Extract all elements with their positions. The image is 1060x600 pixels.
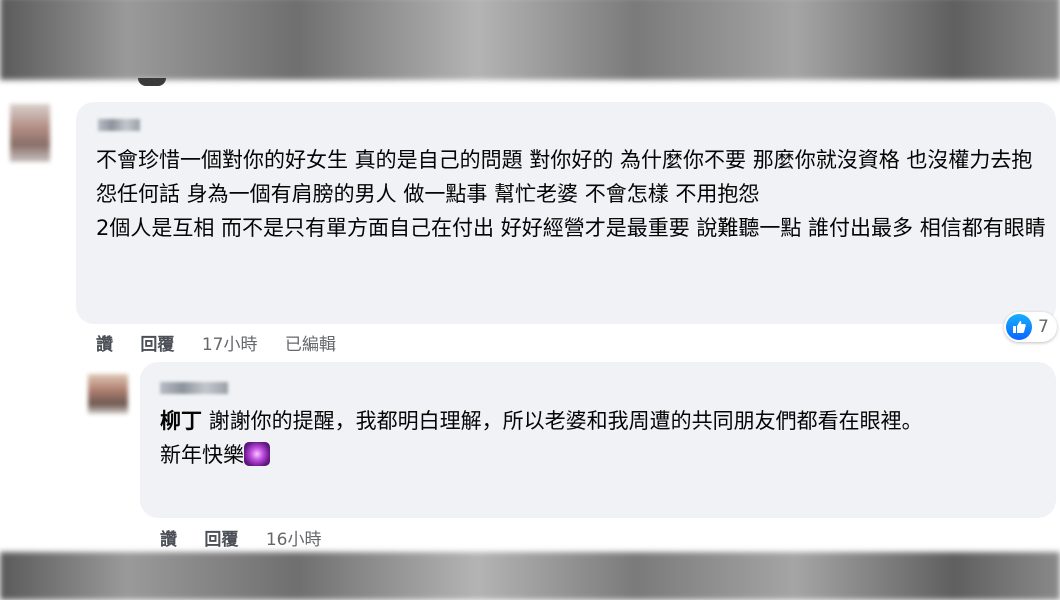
reply-avatar-blurred[interactable] (88, 374, 128, 414)
comment-text: 不會珍惜一個對你的好女生 真的是自己的問題 對你好的 為什麼你不要 那麼你就沒資… (96, 148, 1046, 240)
commenter-avatar-blurred[interactable] (10, 104, 50, 162)
blurred-bottom-region (0, 552, 1060, 600)
mention-tag[interactable]: 柳丁 (160, 409, 202, 433)
timestamp[interactable]: 17小時 (202, 335, 258, 355)
reaction-summary[interactable]: 7 (1004, 312, 1057, 342)
partial-avatar (138, 78, 166, 86)
reply-text: 柳丁 謝謝你的提醒，我都明白理解，所以老婆和我周遭的共同朋友們都看在眼裡。 新年… (160, 404, 1040, 472)
sparkle-emoji-icon (244, 442, 270, 466)
reply-author-blurred[interactable] (160, 382, 228, 394)
like-button[interactable]: 讚 (96, 335, 113, 355)
timestamp[interactable]: 16小時 (266, 530, 322, 550)
reply-button[interactable]: 回覆 (204, 530, 238, 550)
comment-actions: 讚 回覆 17小時 已編輯 (96, 330, 358, 355)
blurred-top-region (0, 0, 1060, 80)
reaction-count: 7 (1038, 317, 1049, 337)
like-icon (1006, 314, 1032, 340)
reply-body: 謝謝你的提醒，我都明白理解，所以老婆和我周遭的共同朋友們都看在眼裡。 新年快樂 (160, 409, 923, 467)
reply-actions: 讚 回覆 16小時 (160, 525, 343, 550)
like-button[interactable]: 讚 (160, 530, 177, 550)
reply-button[interactable]: 回覆 (140, 335, 174, 355)
commenter-name-blurred[interactable] (98, 119, 140, 131)
edited-label: 已編輯 (284, 335, 336, 355)
